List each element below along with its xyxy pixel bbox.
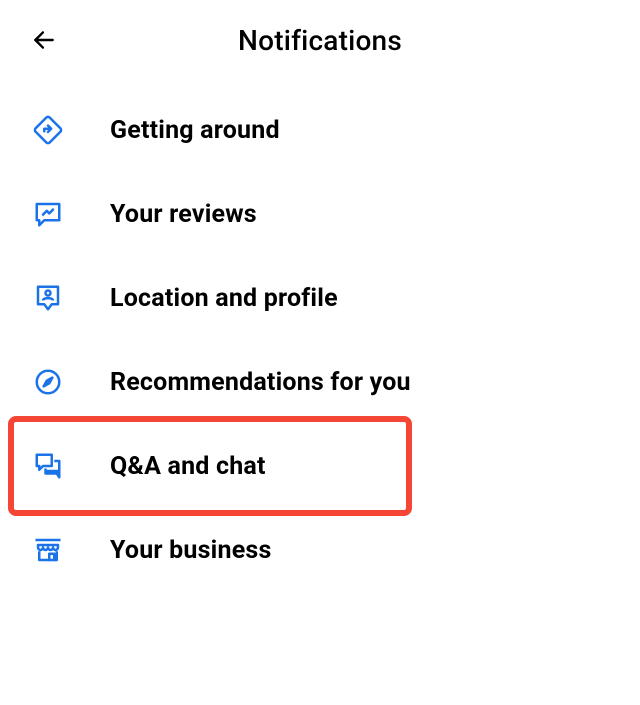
list-item-label: Getting around [110,116,280,145]
list-item-qa-chat[interactable]: Q&A and chat [0,424,640,508]
list-item-getting-around[interactable]: Getting around [0,88,640,172]
list-item-location-profile[interactable]: Location and profile [0,256,640,340]
notifications-list: Getting around Your reviews Location and… [0,80,640,600]
compass-icon [30,364,66,400]
list-item-label: Your business [110,536,272,565]
header: Notifications [0,0,640,80]
chat-icon [30,448,66,484]
list-item-label: Q&A and chat [110,452,266,481]
page-title: Notifications [238,24,402,57]
list-item-recommendations[interactable]: Recommendations for you [0,340,640,424]
storefront-icon [30,532,66,568]
list-item-label: Your reviews [110,200,257,229]
list-item-label: Recommendations for you [110,368,411,397]
directions-icon [30,112,66,148]
list-item-label: Location and profile [110,284,338,313]
back-arrow-icon [31,27,57,53]
list-item-your-business[interactable]: Your business [0,508,640,592]
review-icon [30,196,66,232]
back-button[interactable] [28,24,60,56]
profile-pin-icon [30,280,66,316]
list-item-your-reviews[interactable]: Your reviews [0,172,640,256]
